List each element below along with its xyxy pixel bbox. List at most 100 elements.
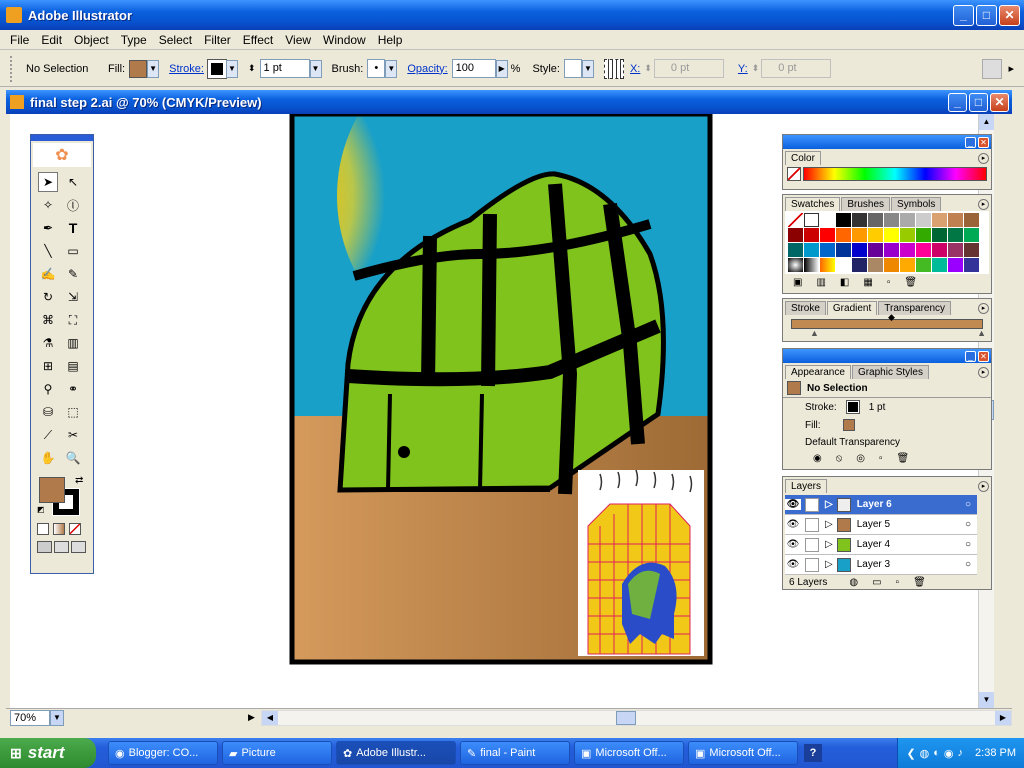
lasso-tool-icon[interactable]: ⓛ	[63, 195, 83, 215]
default-colors-icon[interactable]: ◩	[37, 505, 45, 514]
tray-messenger-icon[interactable]: ◐	[933, 747, 940, 759]
pen-tool-icon[interactable]: ✒	[38, 218, 58, 238]
live-paint-bucket-tool-icon[interactable]: ⛁	[38, 402, 58, 422]
swap-fill-stroke-icon[interactable]: ⇄	[75, 475, 83, 486]
minimize-button[interactable]: _	[953, 4, 974, 26]
eyedropper-tool-icon[interactable]: ⚲	[38, 379, 58, 399]
pencil-tool-icon[interactable]: ✎	[63, 264, 83, 284]
free-transform-tool-icon[interactable]: ⛶	[63, 310, 83, 330]
clear-appearance-icon[interactable]: ⦸	[836, 453, 843, 464]
taskbar-item-office-2[interactable]: ▣ Microsoft Off...	[688, 741, 798, 765]
tray-antivirus-icon[interactable]: ◉	[944, 747, 954, 760]
layer-row[interactable]: 👁 ▷ Layer 6 ○	[785, 495, 977, 515]
tray-arrow-icon[interactable]: ❮	[906, 747, 915, 760]
layer-row[interactable]: 👁 ▷ Layer 5 ○	[785, 515, 977, 535]
magic-wand-tool-icon[interactable]: ✧	[38, 195, 58, 215]
direct-selection-tool-icon[interactable]: ↖	[63, 172, 83, 192]
menu-window[interactable]: Window	[317, 33, 372, 47]
control-menu-icon[interactable]: ▸	[1008, 62, 1014, 75]
blend-tool-icon[interactable]: ⚭	[63, 379, 83, 399]
doc-minimize-button[interactable]: _	[948, 92, 967, 112]
visibility-eye-icon[interactable]: 👁	[785, 559, 801, 570]
layers-menu-icon[interactable]: ▸	[978, 480, 989, 492]
brush-select[interactable]: •	[367, 59, 386, 78]
new-swatch-icon[interactable]: ▫	[887, 277, 891, 288]
zoom-select[interactable]: 70%	[10, 709, 50, 726]
fill-color-box[interactable]	[39, 477, 65, 503]
layer-name[interactable]: Layer 3	[857, 559, 890, 570]
layer-name[interactable]: Layer 4	[857, 539, 890, 550]
expand-arrow-icon[interactable]: ▷	[825, 519, 833, 530]
target-icon[interactable]: ○	[965, 519, 971, 530]
tab-symbols[interactable]: Symbols	[891, 197, 942, 211]
create-sublayer-icon[interactable]: ▭	[872, 577, 881, 588]
appearance-panel-titlebar[interactable]: _ ✕	[783, 349, 991, 363]
taskbar-item-blogger[interactable]: ◉ Blogger: CO...	[108, 741, 218, 765]
transform-reference-icon[interactable]	[603, 58, 624, 79]
create-layer-icon[interactable]: ▫	[896, 577, 900, 588]
layer-row[interactable]: 👁 ▷ Layer 4 ○	[785, 535, 977, 555]
color-panel-menu-icon[interactable]: ▸	[978, 152, 989, 164]
taskbar-item-picture[interactable]: ▰ Picture	[222, 741, 332, 765]
gradient-menu-icon[interactable]: ▸	[978, 302, 989, 314]
lock-toggle[interactable]	[805, 497, 819, 512]
stroke-dropdown-icon[interactable]: ▼	[225, 59, 238, 78]
expand-arrow-icon[interactable]: ▷	[825, 499, 833, 510]
visibility-eye-icon[interactable]: 👁	[785, 539, 801, 550]
close-button[interactable]: ✕	[999, 4, 1020, 26]
menu-filter[interactable]: Filter	[198, 33, 237, 47]
tray-clock[interactable]: 2:38 PM	[975, 747, 1016, 759]
show-swatch-kinds-icon[interactable]: ▥	[816, 277, 825, 288]
scroll-down-button[interactable]: ▼	[979, 692, 994, 708]
h-scroll-thumb[interactable]	[615, 710, 636, 725]
menu-help[interactable]: Help	[372, 33, 409, 47]
layer-row[interactable]: 👁 ▷ Layer 3 ○	[785, 555, 977, 575]
status-info[interactable]	[68, 710, 248, 725]
tray-volume-icon[interactable]: ♪	[958, 747, 964, 759]
color-mode-icon[interactable]	[37, 523, 49, 535]
tools-panel-header[interactable]	[31, 135, 93, 141]
swatch-grid[interactable]	[785, 211, 989, 274]
opacity-input[interactable]: 100	[451, 59, 496, 78]
taskbar-item-illustrator[interactable]: ✿ Adobe Illustr...	[336, 741, 456, 765]
horizontal-scrollbar[interactable]: ◀ ▶	[260, 709, 1012, 726]
screen-mode-full-icon[interactable]	[71, 541, 86, 553]
color-panel-close[interactable]: ✕	[978, 136, 989, 148]
x-label[interactable]: X:	[630, 63, 640, 75]
doc-maximize-button[interactable]: □	[969, 92, 988, 112]
appearance-stroke-swatch[interactable]	[845, 400, 860, 414]
new-art-basic-appearance-icon[interactable]: ◉	[813, 453, 822, 464]
selection-tool-icon[interactable]: ➤	[38, 172, 58, 192]
mesh-tool-icon[interactable]: ⊞	[38, 356, 58, 376]
scroll-right-button[interactable]: ▶	[995, 710, 1011, 725]
menu-effect[interactable]: Effect	[237, 33, 279, 47]
color-panel-minimize[interactable]: _	[965, 136, 976, 148]
tab-color[interactable]: Color	[785, 151, 821, 165]
gradient-midpoint[interactable]: ◆	[888, 312, 895, 323]
tab-swatches[interactable]: Swatches	[785, 197, 841, 211]
hand-tool-icon[interactable]: ✋	[38, 448, 58, 468]
color-spectrum[interactable]	[803, 167, 987, 181]
menu-select[interactable]: Select	[153, 33, 198, 47]
menu-edit[interactable]: Edit	[35, 33, 68, 47]
tab-stroke[interactable]: Stroke	[785, 301, 826, 315]
warp-tool-icon[interactable]: ⌘	[38, 310, 58, 330]
swatch-options-icon[interactable]: ◧	[840, 277, 849, 288]
layer-name[interactable]: Layer 5	[857, 519, 890, 530]
appearance-panel-minimize[interactable]: _	[965, 350, 976, 362]
tab-layers[interactable]: Layers	[785, 479, 828, 493]
paintbrush-tool-icon[interactable]: ✍	[38, 264, 58, 284]
stroke-weight-stepper[interactable]: ⬍	[248, 63, 256, 74]
line-tool-icon[interactable]: ╲	[38, 241, 58, 261]
rotate-tool-icon[interactable]: ↻	[38, 287, 58, 307]
stroke-weight-input[interactable]: 1 pt	[259, 59, 310, 78]
gradient-mode-icon[interactable]	[53, 523, 65, 535]
menu-object[interactable]: Object	[68, 33, 115, 47]
visibility-eye-icon[interactable]: 👁	[785, 499, 801, 510]
maximize-button[interactable]: □	[976, 4, 997, 26]
scissors-tool-icon[interactable]: ✂	[63, 425, 83, 445]
appearance-fill-swatch[interactable]	[842, 419, 855, 431]
menu-type[interactable]: Type	[115, 33, 153, 47]
tab-appearance[interactable]: Appearance	[785, 365, 851, 379]
live-paint-selection-tool-icon[interactable]: ⬚	[63, 402, 83, 422]
